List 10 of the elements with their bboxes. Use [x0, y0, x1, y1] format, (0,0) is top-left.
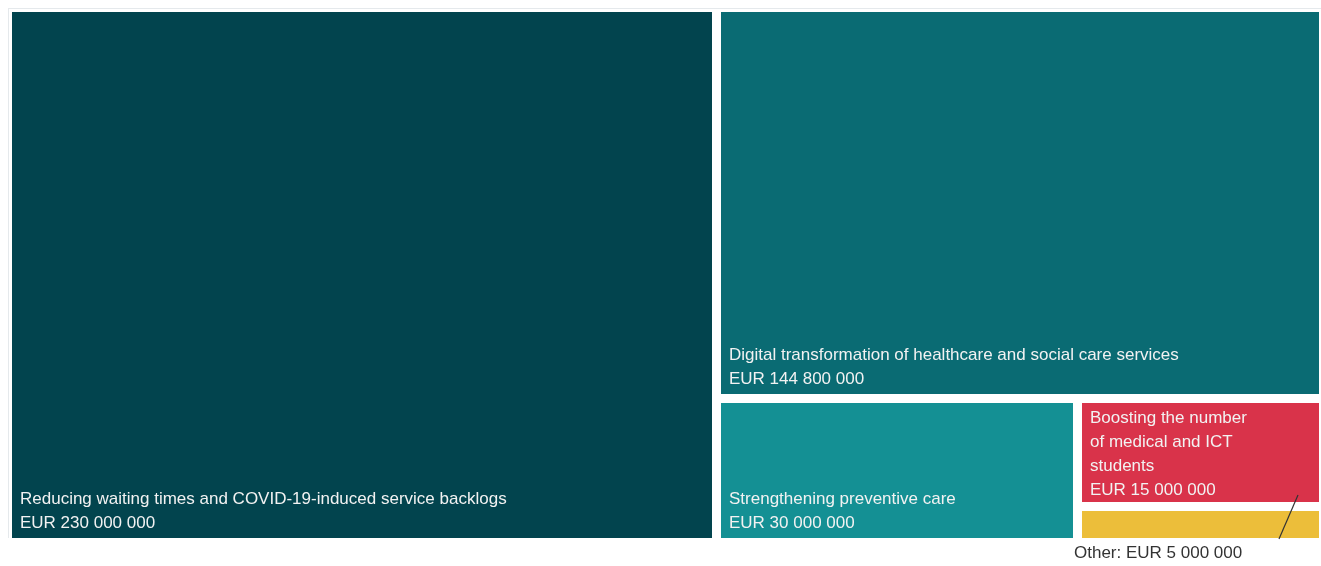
tile-label: Other: EUR 5 000 000 [1074, 542, 1243, 564]
tile-label: Strengthening preventive care [729, 488, 957, 510]
tile-amount: EUR 230 000 000 [20, 512, 157, 534]
leader-line [1278, 494, 1300, 540]
tile-amount: EUR 144 800 000 [729, 368, 866, 390]
tile-label: Reducing waiting times and COVID-19-induced service backlogs [20, 488, 508, 510]
tile-amount: EUR 15 000 000 [1090, 479, 1217, 501]
tile-amount: EUR 30 000 000 [729, 512, 856, 534]
tile-label: Digital transformation of healthcare and social care services [729, 344, 1180, 366]
tile-label: Boosting the number of medical and ICT students [1090, 407, 1248, 477]
